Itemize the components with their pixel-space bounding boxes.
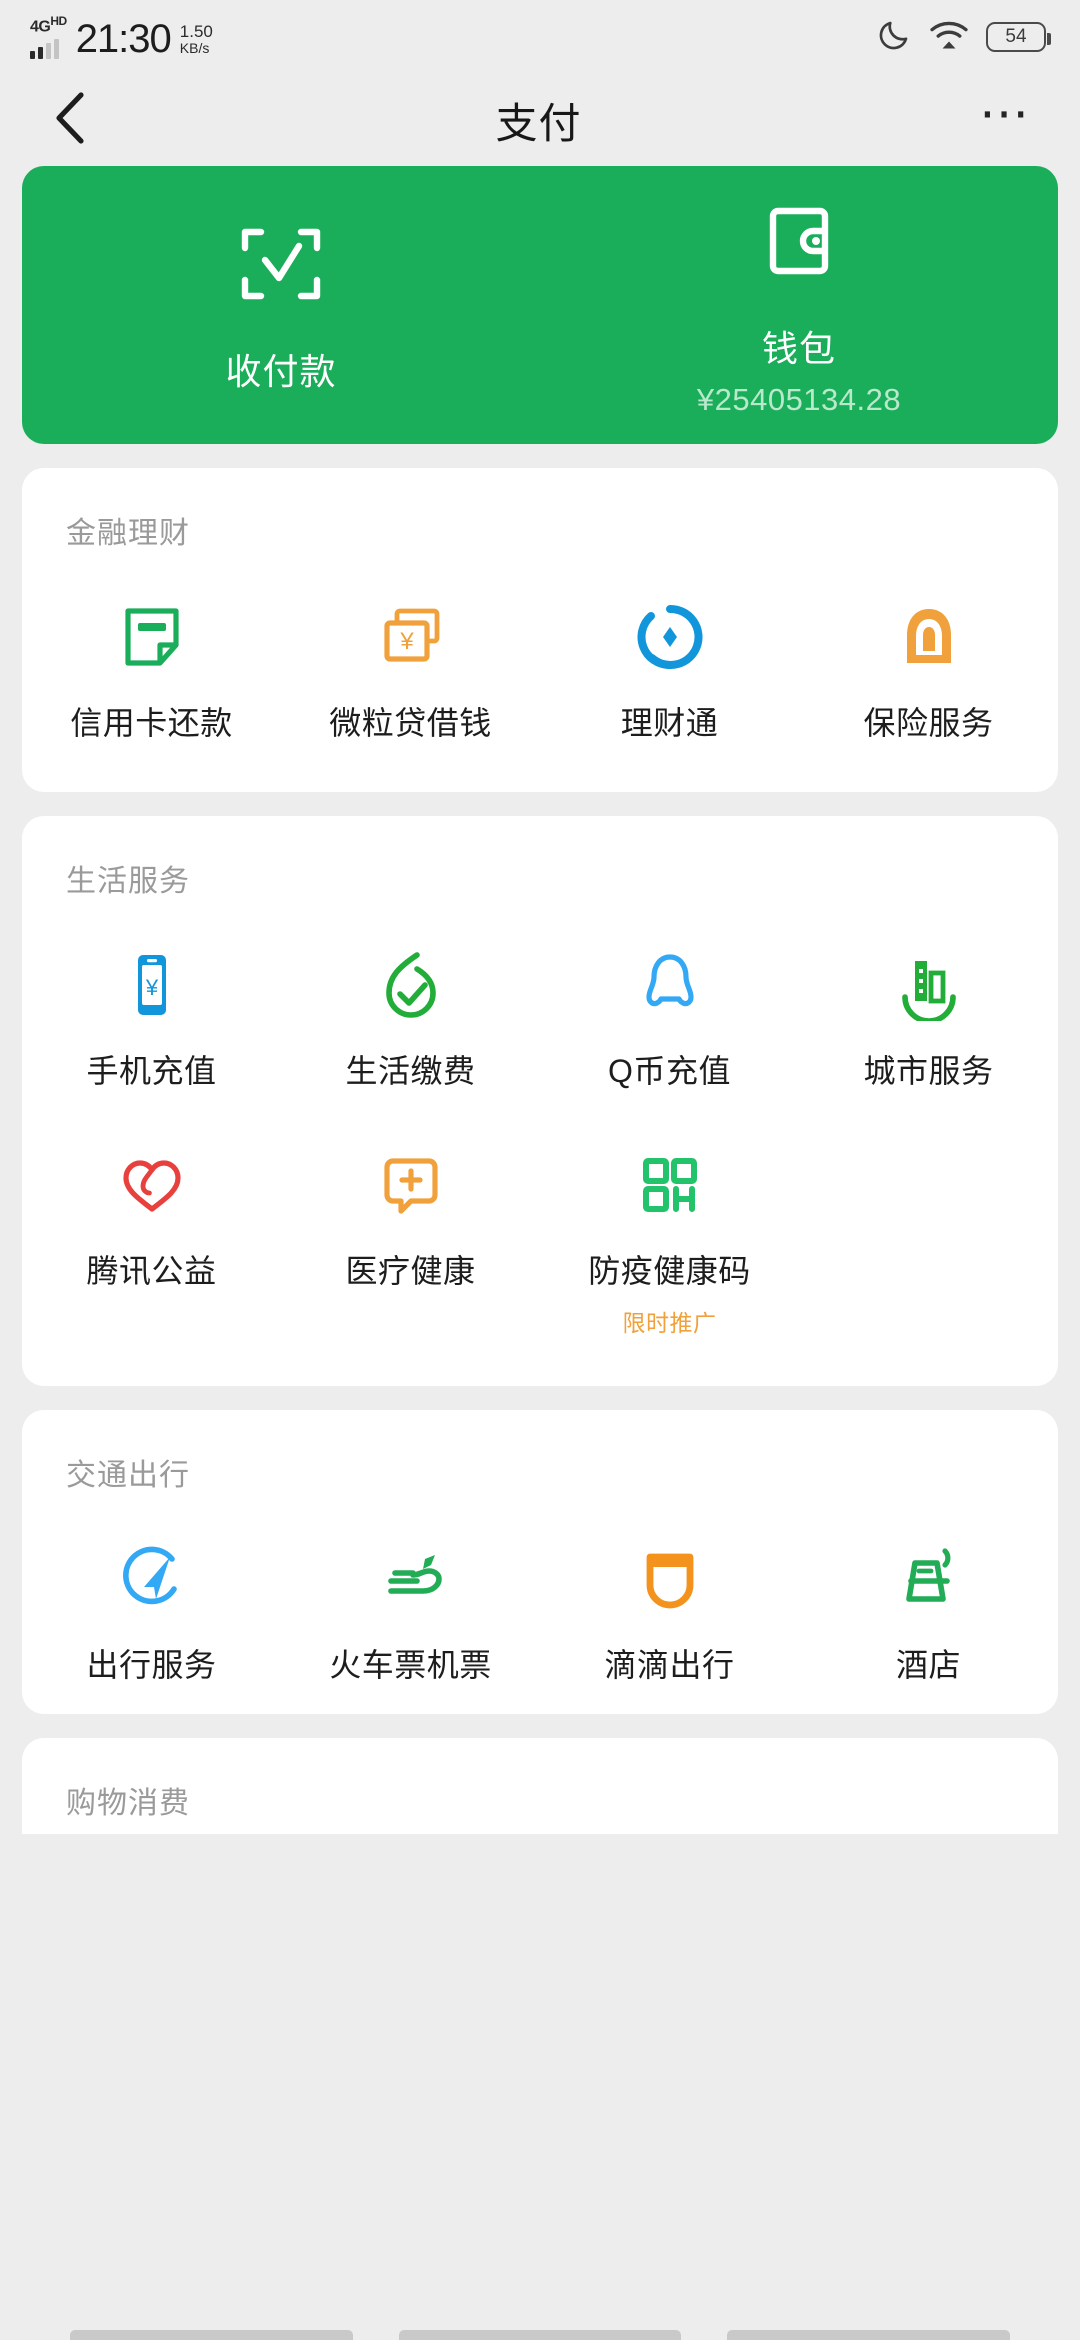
travel-service-icon xyxy=(116,1540,188,1618)
hotel-icon xyxy=(893,1540,965,1618)
grid-item-label: 滴滴出行 xyxy=(604,1647,735,1683)
svg-text:¥: ¥ xyxy=(144,975,158,1000)
grid-item-label: 腾讯公益 xyxy=(86,1253,217,1289)
grid-item-label: 酒店 xyxy=(895,1647,961,1683)
back-button[interactable] xyxy=(42,91,98,150)
grid-item-label: Q币充值 xyxy=(608,1053,731,1089)
utility-payment-icon xyxy=(375,946,447,1024)
scan-pay-icon xyxy=(233,216,329,317)
grid-item-label: 医疗健康 xyxy=(345,1253,476,1289)
grid-item-medical-health[interactable]: 医疗健康 xyxy=(281,1110,540,1356)
network-speed: 1.50 KB/s xyxy=(180,23,213,56)
grid-item-label: 理财通 xyxy=(620,705,719,741)
battery-level-text: 54 xyxy=(1005,26,1027,47)
network-type-label: 4GHD xyxy=(30,15,67,35)
section-title-shopping: 购物消费 xyxy=(66,1787,190,1820)
medical-health-icon xyxy=(375,1146,447,1224)
status-bar-clock: 21:30 xyxy=(75,16,172,61)
wallet-icon xyxy=(751,193,847,294)
nav-bar: 支付 ⋯ xyxy=(0,74,1080,166)
section-card-transport: 交通出行 出行服务 火车票机票 滴滴出行 酒店 xyxy=(22,1410,1058,1714)
grid-item-train-flight-ticket[interactable]: 火车票机票 xyxy=(281,1504,540,1704)
grid-item-health-code[interactable]: 防疫健康码 限时推广 xyxy=(540,1110,799,1356)
grid-item-label: 信用卡还款 xyxy=(70,705,233,741)
grid-item-utility-payment[interactable]: 生活缴费 xyxy=(281,910,540,1110)
grid-item-hotel[interactable]: 酒店 xyxy=(799,1504,1058,1704)
section-title-finance: 金融理财 xyxy=(66,517,190,550)
status-bar-left: 4GHD 21:30 1.50 KB/s xyxy=(30,15,213,61)
grid-item-label: 保险服务 xyxy=(863,705,994,741)
grid-item-label: 火车票机票 xyxy=(329,1647,492,1683)
nav-hint-home[interactable] xyxy=(398,2330,682,2340)
qcoin-topup-icon xyxy=(634,946,706,1024)
payment-hero-card: 收付款 钱包 ¥25405134.28 xyxy=(22,166,1058,444)
svg-text:¥: ¥ xyxy=(399,628,414,655)
grid-item-label: 手机充值 xyxy=(86,1053,217,1089)
section-card-shopping: 购物消费 xyxy=(22,1738,1058,1834)
section-grid-life-service: ¥ 手机充值 生活缴费 Q币充值 城市服务 腾讯公益 医疗健康 防疫健康码 限时… xyxy=(22,910,1058,1356)
system-navigation-bar xyxy=(0,2328,1080,2340)
section-grid-finance: 信用卡还款 ¥ 微粒贷借钱 理财通 保险服务 xyxy=(22,562,1058,762)
grid-item-label: 出行服务 xyxy=(86,1647,217,1683)
grid-item-tencent-charity[interactable]: 腾讯公益 xyxy=(22,1110,281,1356)
grid-item-label: 城市服务 xyxy=(863,1053,994,1089)
weilidai-loan-icon: ¥ xyxy=(375,598,447,676)
wallet-balance: ¥25405134.28 xyxy=(696,381,902,417)
grid-item-weilidai-loan[interactable]: ¥ 微粒贷借钱 xyxy=(281,562,540,762)
moon-icon xyxy=(876,17,912,58)
receive-pay-label: 收付款 xyxy=(225,350,337,392)
licaitong-icon xyxy=(634,598,706,676)
grid-item-empty xyxy=(799,1110,1058,1356)
signal-bars-icon xyxy=(30,38,59,59)
grid-item-label: 生活缴费 xyxy=(345,1053,476,1089)
wallet-button[interactable]: 钱包 ¥25405134.28 xyxy=(540,193,1058,418)
network-indicator: 4GHD xyxy=(30,15,67,59)
tencent-charity-icon xyxy=(116,1146,188,1224)
mobile-topup-icon: ¥ xyxy=(116,946,188,1024)
section-card-life-service: 生活服务 ¥ 手机充值 生活缴费 Q币充值 城市服务 腾讯公益 医疗健康 防疫健… xyxy=(22,816,1058,1386)
status-bar-right: 54 xyxy=(876,17,1051,58)
receive-pay-button[interactable]: 收付款 xyxy=(22,216,540,395)
grid-item-licaitong[interactable]: 理财通 xyxy=(540,562,799,762)
grid-item-mobile-topup[interactable]: ¥ 手机充值 xyxy=(22,910,281,1110)
network-speed-unit: KB/s xyxy=(179,39,210,56)
wifi-icon xyxy=(929,17,969,58)
grid-item-travel-service[interactable]: 出行服务 xyxy=(22,1504,281,1704)
more-options-button[interactable]: ⋯ xyxy=(979,88,1034,138)
page-content: 收付款 钱包 ¥25405134.28 金融理财 信用卡还款 ¥ 微粒贷借钱 理… xyxy=(0,166,1080,1834)
status-bar: 4GHD 21:30 1.50 KB/s 54 xyxy=(0,0,1080,74)
wallet-label: 钱包 xyxy=(761,327,836,369)
grid-item-qcoin-topup[interactable]: Q币充值 xyxy=(540,910,799,1110)
network-suffix-text: HD xyxy=(50,14,67,29)
nav-hint-recents[interactable] xyxy=(727,2330,1011,2340)
section-card-finance: 金融理财 信用卡还款 ¥ 微粒贷借钱 理财通 保险服务 xyxy=(22,468,1058,792)
grid-item-credit-card-repay[interactable]: 信用卡还款 xyxy=(22,562,281,762)
battery-icon: 54 xyxy=(986,22,1051,52)
section-title-life-service: 生活服务 xyxy=(66,865,190,898)
credit-card-repay-icon xyxy=(116,598,188,676)
section-grid-transport: 出行服务 火车票机票 滴滴出行 酒店 xyxy=(22,1504,1058,1704)
grid-item-label: 防疫健康码 xyxy=(588,1253,751,1289)
train-flight-ticket-icon xyxy=(375,1540,447,1618)
city-service-icon xyxy=(893,946,965,1024)
network-speed-value: 1.50 xyxy=(179,22,213,42)
grid-item-city-service[interactable]: 城市服务 xyxy=(799,910,1058,1110)
health-code-icon xyxy=(634,1146,706,1224)
grid-item-label: 微粒贷借钱 xyxy=(329,705,492,741)
didi-ride-icon xyxy=(634,1540,706,1618)
network-type-text: 4G xyxy=(30,18,51,36)
page-title: 支付 xyxy=(495,99,582,147)
grid-item-insurance[interactable]: 保险服务 xyxy=(799,562,1058,762)
insurance-icon xyxy=(893,598,965,676)
chevron-left-icon xyxy=(53,91,87,150)
section-title-transport: 交通出行 xyxy=(66,1459,190,1492)
nav-hint-back[interactable] xyxy=(70,2330,353,2340)
grid-item-badge: 限时推广 xyxy=(622,1310,717,1336)
grid-item-didi-ride[interactable]: 滴滴出行 xyxy=(540,1504,799,1704)
